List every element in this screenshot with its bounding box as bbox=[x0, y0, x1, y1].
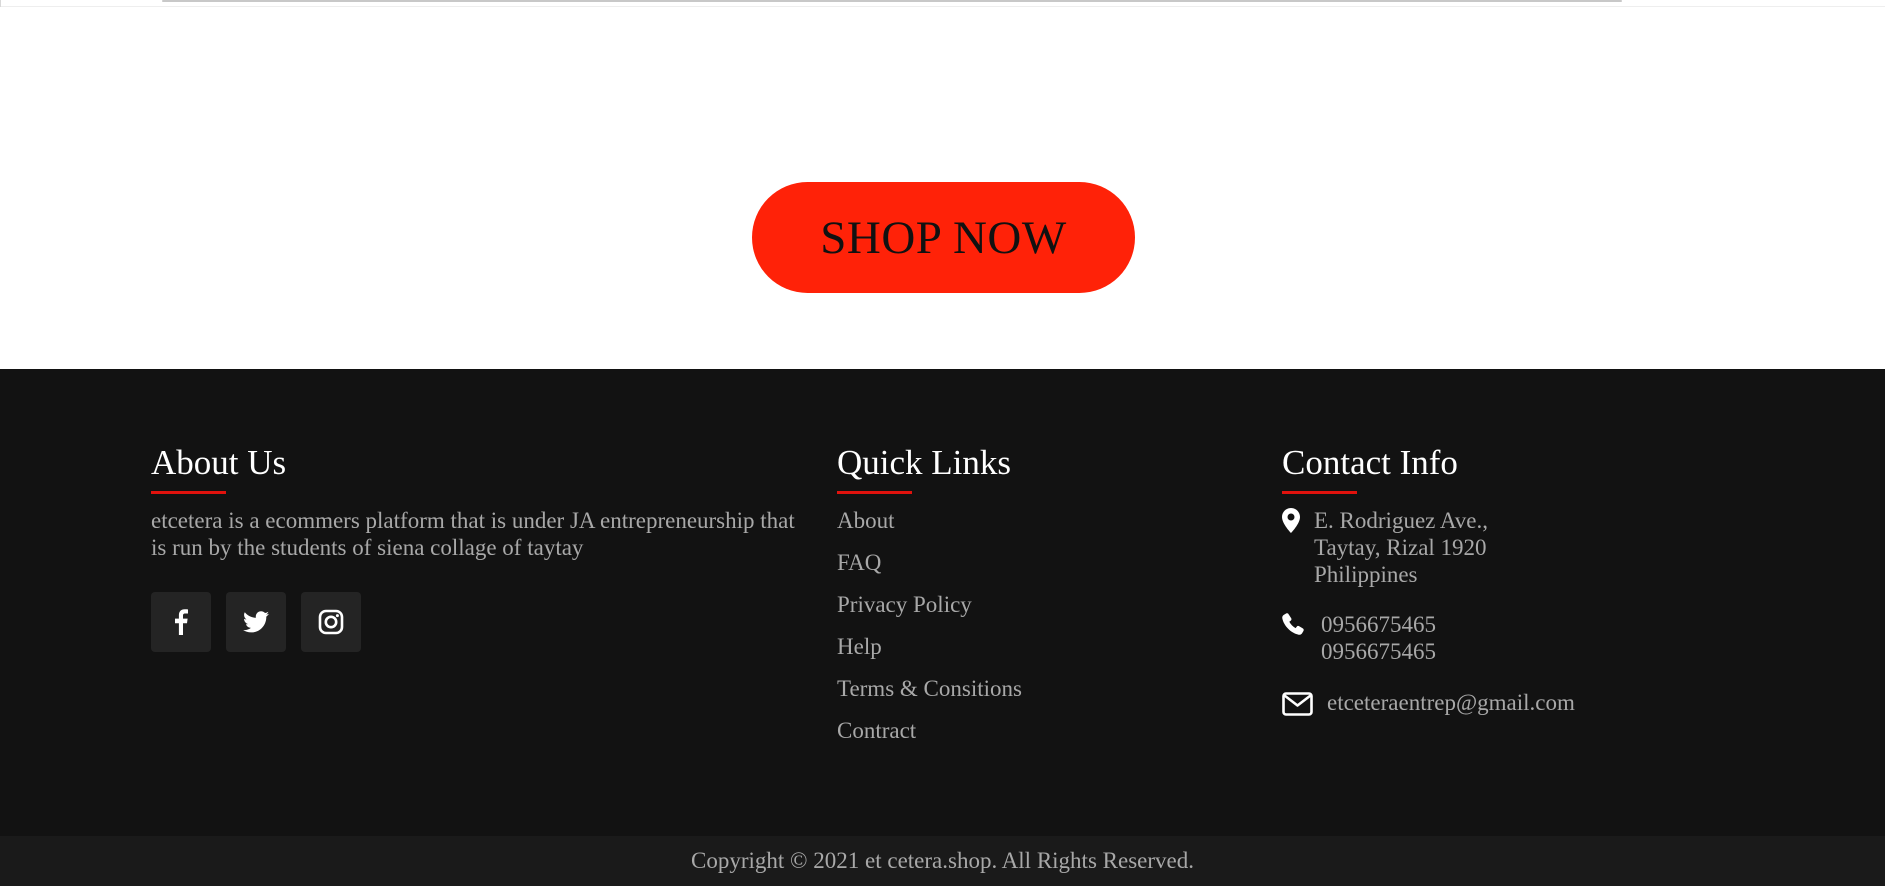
about-heading-label: About Us bbox=[151, 443, 287, 482]
quick-links-heading: Quick Links bbox=[837, 445, 1011, 494]
horizontal-scrollbar[interactable] bbox=[162, 0, 1622, 2]
facebook-button[interactable] bbox=[151, 592, 211, 652]
contact-heading-underline bbox=[1282, 491, 1357, 494]
phone-number: 0956675465 bbox=[1321, 639, 1436, 664]
phone-text: 0956675465 0956675465 bbox=[1321, 611, 1436, 665]
social-links bbox=[151, 592, 801, 652]
about-heading: About Us bbox=[151, 445, 286, 494]
phone-icon bbox=[1282, 611, 1321, 638]
copyright-text: Copyright © 2021 et cetera.shop. All Rig… bbox=[691, 848, 1194, 873]
list-item: Privacy Policy bbox=[837, 591, 1197, 633]
quick-links-list: About FAQ Privacy Policy Help Terms & Co… bbox=[837, 507, 1197, 759]
address-text: E. Rodriguez Ave., Taytay, Rizal 1920 Ph… bbox=[1314, 507, 1488, 588]
list-item: About bbox=[837, 507, 1197, 549]
shop-now-button[interactable]: SHOP NOW bbox=[752, 182, 1135, 293]
footer-contact-column: Contact Info E. Rodriguez Ave., Taytay, … bbox=[1282, 445, 1842, 719]
map-pin-icon bbox=[1282, 507, 1314, 534]
link-about[interactable]: About bbox=[837, 507, 895, 534]
link-help[interactable]: Help bbox=[837, 633, 882, 660]
copyright-bar: Copyright © 2021 et cetera.shop. All Rig… bbox=[0, 836, 1885, 886]
facebook-icon bbox=[175, 609, 188, 635]
list-item: Contract bbox=[837, 717, 1197, 759]
quick-links-heading-underline bbox=[837, 491, 912, 494]
address-line: Philippines bbox=[1314, 562, 1418, 587]
link-privacy-policy[interactable]: Privacy Policy bbox=[837, 591, 972, 618]
phone-number: 0956675465 bbox=[1321, 612, 1436, 637]
about-description: etcetera is a ecommers platform that is … bbox=[151, 508, 795, 560]
instagram-icon bbox=[318, 609, 344, 635]
contact-heading: Contact Info bbox=[1282, 445, 1458, 494]
list-item: Terms & Consitions bbox=[837, 675, 1197, 717]
address-line: Taytay, Rizal 1920 bbox=[1314, 535, 1487, 560]
footer-quick-links-column: Quick Links About FAQ Privacy Policy Hel… bbox=[837, 445, 1197, 759]
contact-heading-label: Contact Info bbox=[1282, 443, 1458, 482]
twitter-icon bbox=[243, 611, 269, 633]
contact-phone: 0956675465 0956675465 bbox=[1282, 611, 1842, 665]
instagram-button[interactable] bbox=[301, 592, 361, 652]
email-address: etceteraentrep@gmail.com bbox=[1327, 690, 1575, 715]
email-text: etceteraentrep@gmail.com bbox=[1327, 689, 1575, 716]
list-item: Help bbox=[837, 633, 1197, 675]
page-top-strip bbox=[0, 0, 1885, 7]
quick-links-heading-label: Quick Links bbox=[837, 443, 1012, 482]
twitter-button[interactable] bbox=[226, 592, 286, 652]
link-faq[interactable]: FAQ bbox=[837, 549, 881, 576]
contact-address: E. Rodriguez Ave., Taytay, Rizal 1920 Ph… bbox=[1282, 507, 1842, 588]
link-terms[interactable]: Terms & Consitions bbox=[837, 675, 1022, 702]
address-line: E. Rodriguez Ave., bbox=[1314, 508, 1488, 533]
site-footer: About Us etcetera is a ecommers platform… bbox=[0, 369, 1885, 836]
envelope-icon bbox=[1282, 689, 1327, 719]
hero-section: SHOP NOW bbox=[0, 7, 1885, 369]
list-item: FAQ bbox=[837, 549, 1197, 591]
link-contract[interactable]: Contract bbox=[837, 717, 916, 744]
about-heading-underline bbox=[151, 491, 226, 494]
contact-email: etceteraentrep@gmail.com bbox=[1282, 689, 1842, 719]
footer-about-column: About Us etcetera is a ecommers platform… bbox=[151, 445, 801, 652]
